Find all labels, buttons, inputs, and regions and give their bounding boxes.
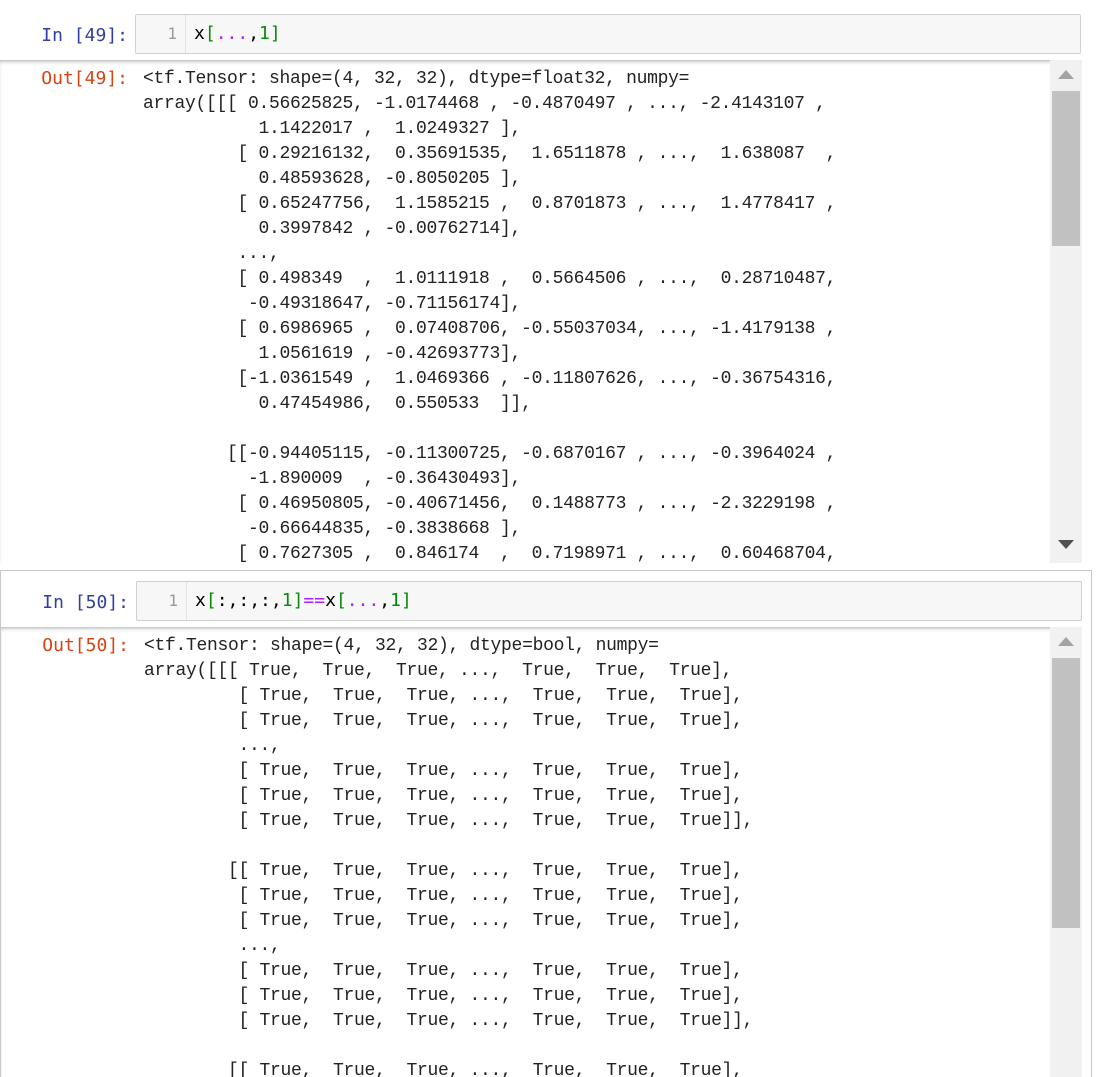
output-line: 1.1422017 , 1.0249327 ], (143, 119, 522, 139)
scroll-thumb[interactable] (1052, 91, 1080, 246)
line-number: 1 (136, 15, 186, 53)
output-line: [[-0.94405115, -0.11300725, -0.6870167 ,… (143, 444, 837, 464)
output-line: [ 0.6986965 , 0.07408706, -0.55037034, .… (143, 319, 837, 339)
code-token: ... (215, 23, 249, 44)
code-token: ] (400, 590, 412, 611)
output-line: [ 0.46950805, -0.40671456, 0.1488773 , .… (143, 494, 837, 514)
output-prompt: Out[49]: (41, 68, 128, 89)
output-line: 0.48593628, -0.8050205 ], (143, 169, 522, 189)
output-line: [[ True, True, True, ..., True, True, Tr… (144, 1061, 743, 1077)
output-line: [ True, True, True, ..., True, True, Tru… (144, 711, 743, 731)
output-line: [ True, True, True, ..., True, True, Tru… (144, 911, 743, 931)
output-line: array([[[ True, True, True, ..., True, T… (144, 661, 733, 681)
line-number: 1 (137, 582, 187, 620)
output-line: [ True, True, True, ..., True, True, Tru… (144, 761, 743, 781)
output-line: ..., (143, 244, 280, 264)
code-line[interactable]: x[...,1] (194, 15, 281, 53)
scroll-up-arrow-icon[interactable] (1058, 637, 1074, 646)
output-line: [ 0.65247756, 1.1585215 , 0.8701873 , ..… (143, 194, 837, 214)
output-text: <tf.Tensor: shape=(4, 32, 32), dtype=boo… (144, 634, 753, 1077)
output-line: -0.49318647, -0.71156174], (143, 294, 522, 314)
code-token: ] (292, 590, 304, 611)
output-line: <tf.Tensor: shape=(4, 32, 32), dtype=boo… (144, 636, 659, 656)
code-token: [ (204, 23, 216, 44)
notebook-cell-50[interactable]: In [50]: 1 x[:,:,:,1]==x[...,1] Out[50]:… (0, 570, 1092, 1077)
output-line: [ True, True, True, ..., True, True, Tru… (144, 961, 743, 981)
output-prompt: Out[50]: (42, 635, 129, 656)
output-line: [[ True, True, True, ..., True, True, Tr… (144, 861, 743, 881)
output-area[interactable]: Out[49]: <tf.Tensor: shape=(4, 32, 32), … (0, 60, 1082, 563)
code-token: == (303, 590, 326, 611)
notebook-cell-49[interactable]: In [49]: 1 x[...,1] Out[49]: <tf.Tensor:… (0, 0, 1092, 563)
output-line: -0.66644835, -0.3838668 ], (143, 519, 522, 539)
output-line: [ 0.498349 , 1.0111918 , 0.5664506 , ...… (143, 269, 837, 289)
code-token: [ (205, 590, 217, 611)
output-line: [ 0.29216132, 0.35691535, 1.6511878 , ..… (143, 144, 837, 164)
output-scrollbar[interactable] (1050, 627, 1082, 1077)
output-area[interactable]: Out[50]: <tf.Tensor: shape=(4, 32, 32), … (1, 627, 1082, 1077)
output-line: [ True, True, True, ..., True, True, Tru… (144, 786, 743, 806)
output-line: 0.47454986, 0.550533 ]], (143, 394, 532, 414)
code-token: , (379, 590, 391, 611)
code-editor[interactable]: 1 x[:,:,:,1]==x[...,1] (136, 581, 1082, 621)
code-token: x (194, 23, 205, 44)
code-token: ] (269, 23, 281, 44)
output-line: ..., (144, 936, 281, 956)
output-line: 1.0561619 , -0.42693773], (143, 344, 522, 364)
code-token: ... (346, 590, 380, 611)
scroll-thumb[interactable] (1052, 658, 1080, 928)
code-token: 1 (259, 23, 270, 44)
output-line: [-1.0361549 , 1.0469366 , -0.11807626, .… (143, 369, 837, 389)
output-line: array([[[ 0.56625825, -1.0174468 , -0.48… (143, 94, 826, 114)
output-line: [ True, True, True, ..., True, True, Tru… (144, 686, 743, 706)
input-prompt: In [49]: (41, 25, 128, 46)
scroll-up-arrow-icon[interactable] (1058, 70, 1074, 79)
code-token: 1 (390, 590, 401, 611)
code-token: 1 (281, 590, 293, 611)
output-line: [ True, True, True, ..., True, True, Tru… (144, 886, 743, 906)
output-line: -1.890009 , -0.36430493], (143, 469, 522, 489)
code-token: , (248, 23, 260, 44)
code-token: :,:,:, (216, 590, 282, 611)
input-prompt: In [50]: (42, 592, 129, 613)
output-line: [ True, True, True, ..., True, True, Tru… (144, 811, 754, 831)
code-token: [ (335, 590, 347, 611)
output-line: [ True, True, True, ..., True, True, Tru… (144, 986, 743, 1006)
output-line: <tf.Tensor: shape=(4, 32, 32), dtype=flo… (143, 69, 690, 89)
code-editor[interactable]: 1 x[...,1] (135, 14, 1081, 54)
output-scrollbar[interactable] (1050, 60, 1082, 563)
code-token: x (325, 590, 336, 611)
code-token: x (195, 590, 206, 611)
code-line[interactable]: x[:,:,:,1]==x[...,1] (195, 582, 412, 620)
output-text: <tf.Tensor: shape=(4, 32, 32), dtype=flo… (143, 67, 836, 563)
output-line: 0.3997842 , -0.00762714], (143, 219, 522, 239)
output-line: ..., (144, 736, 281, 756)
output-line: [ 0.7627305 , 0.846174 , 0.7198971 , ...… (143, 544, 837, 563)
scroll-down-arrow-icon[interactable] (1058, 540, 1074, 549)
output-line: [ True, True, True, ..., True, True, Tru… (144, 1011, 754, 1031)
